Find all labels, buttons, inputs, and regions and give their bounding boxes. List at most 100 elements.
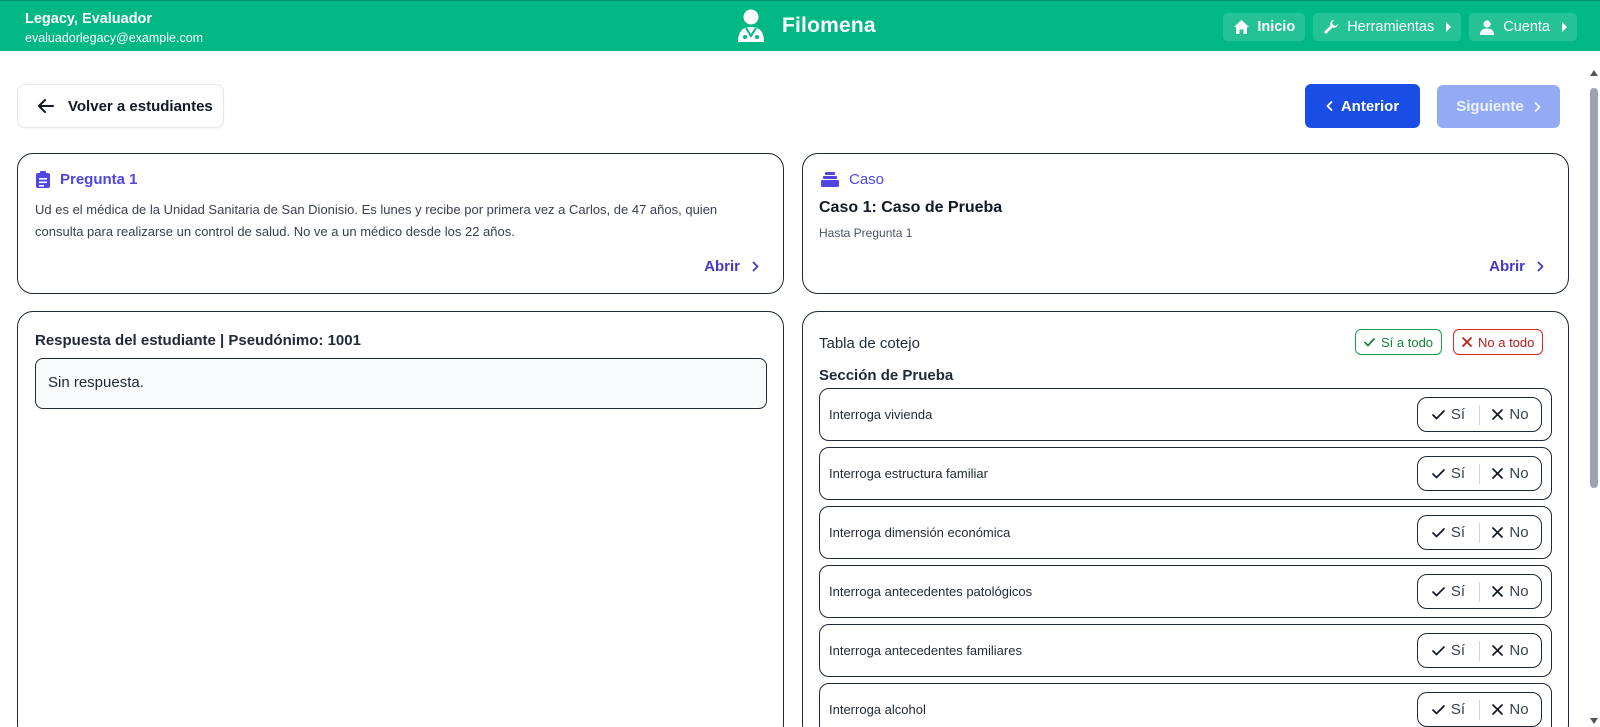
checklist-item: Interroga dimensión económica Sí No (819, 506, 1552, 559)
arrow-left-icon (38, 99, 54, 113)
yes-label: Sí (1450, 406, 1466, 423)
no-option[interactable]: No (1480, 516, 1541, 549)
open-question-label: Abrir (704, 258, 740, 275)
checklist-card: Tabla de cotejo Sí a todo No a todo Secc… (802, 311, 1569, 727)
no-label: No (1509, 583, 1529, 600)
all-no-button[interactable]: No a todo (1453, 329, 1544, 355)
item-label: Interroga dimensión económica (829, 525, 1011, 540)
scrollbar-thumb[interactable] (1590, 88, 1598, 488)
item-label: Interroga alcohol (829, 702, 926, 717)
nav-home-button[interactable]: Inicio (1223, 13, 1306, 41)
checklist-item: Interroga estructura familiar Sí No (819, 447, 1552, 500)
next-label: Siguiente (1456, 98, 1524, 115)
doctor-logo-icon (738, 9, 764, 42)
checklist-item: Interroga antecedentes familiares Sí No (819, 624, 1552, 677)
no-label: No (1509, 642, 1529, 659)
x-icon (1492, 468, 1504, 479)
item-label: Interroga antecedentes familiares (829, 643, 1022, 658)
check-icon (1432, 704, 1445, 714)
yes-option[interactable]: Sí (1418, 634, 1479, 667)
case-card: Caso Caso 1: Caso de Prueba Hasta Pregun… (802, 153, 1569, 294)
item-label: Interroga vivienda (829, 407, 933, 422)
yes-option[interactable]: Sí (1418, 693, 1479, 726)
back-to-students-button[interactable]: Volver a estudiantes (17, 84, 224, 128)
checklist-item: Interroga antecedentes patológicos Sí No (819, 565, 1552, 618)
open-case-link[interactable]: Abrir (1489, 258, 1544, 275)
caret-right-icon (1562, 22, 1567, 32)
yes-option[interactable]: Sí (1418, 457, 1479, 490)
yes-no-toggle: Sí No (1417, 515, 1542, 550)
check-icon (1432, 586, 1445, 596)
yes-no-toggle: Sí No (1417, 692, 1542, 727)
scroll-up-icon[interactable] (1590, 70, 1598, 76)
x-icon (1492, 409, 1504, 420)
user-icon (1479, 19, 1495, 35)
wrench-icon (1323, 19, 1339, 35)
case-header: Caso (821, 171, 884, 188)
previous-button[interactable]: Anterior (1305, 84, 1420, 128)
question-card: Pregunta 1 Ud es el médica de la Unidad … (17, 153, 784, 294)
question-header: Pregunta 1 (36, 171, 138, 188)
top-nav: Inicio Herramientas Cuenta (1223, 13, 1577, 41)
yes-no-toggle: Sí No (1417, 397, 1542, 432)
yes-option[interactable]: Sí (1418, 398, 1479, 431)
page-scrollbar[interactable] (1588, 70, 1600, 727)
yes-no-toggle: Sí No (1417, 456, 1542, 491)
yes-option[interactable]: Sí (1418, 516, 1479, 549)
check-icon (1432, 409, 1445, 419)
no-option[interactable]: No (1480, 693, 1541, 726)
checklist-items: Interroga vivienda Sí No Interroga estru… (819, 388, 1552, 727)
case-label: Caso (849, 171, 885, 188)
case-title: Caso 1: Caso de Prueba (819, 199, 1003, 216)
no-option[interactable]: No (1480, 398, 1541, 431)
yes-option[interactable]: Sí (1418, 575, 1479, 608)
nav-account-button[interactable]: Cuenta (1469, 13, 1577, 41)
no-label: No (1509, 465, 1529, 482)
question-text: Ud es el médica de la Unidad Sanitaria d… (35, 202, 718, 239)
no-option[interactable]: No (1480, 575, 1541, 608)
yes-label: Sí (1450, 465, 1466, 482)
home-icon (1233, 19, 1249, 35)
clipboard-icon (36, 171, 50, 188)
all-no-label: No a todo (1478, 334, 1535, 350)
layers-icon (821, 172, 839, 187)
user-info: Legacy, Evaluador evaluadorlegacy@exampl… (25, 11, 203, 46)
yes-label: Sí (1450, 701, 1466, 718)
open-question-link[interactable]: Abrir (704, 258, 759, 275)
question-label: Pregunta 1 (60, 171, 138, 188)
nav-tools-button[interactable]: Herramientas (1313, 13, 1462, 41)
next-button[interactable]: Siguiente (1437, 85, 1560, 128)
check-icon (1432, 468, 1445, 478)
chevron-right-icon (752, 261, 759, 272)
checklist-item: Interroga vivienda Sí No (819, 388, 1552, 441)
scroll-down-icon[interactable] (1590, 718, 1598, 724)
no-label: No (1509, 524, 1529, 541)
yes-no-toggle: Sí No (1417, 633, 1542, 668)
yes-no-toggle: Sí No (1417, 574, 1542, 609)
item-label: Interroga estructura familiar (829, 466, 988, 481)
open-case-label: Abrir (1489, 258, 1525, 275)
nav-tools-label: Herramientas (1347, 19, 1435, 35)
item-label: Interroga antecedentes patológicos (829, 584, 1033, 599)
no-option[interactable]: No (1480, 457, 1541, 490)
check-icon (1432, 527, 1445, 537)
nav-account-label: Cuenta (1503, 19, 1550, 35)
x-icon (1462, 337, 1472, 347)
check-icon (1364, 337, 1375, 346)
no-option[interactable]: No (1480, 634, 1541, 667)
brand[interactable]: Filomena (736, 9, 876, 43)
all-yes-button[interactable]: Sí a todo (1355, 329, 1443, 355)
no-label: No (1509, 406, 1529, 423)
brand-name: Filomena (782, 14, 876, 37)
chevron-left-icon (1326, 101, 1333, 111)
check-icon (1432, 645, 1445, 655)
section-title: Sección de Prueba (819, 367, 954, 384)
x-icon (1492, 704, 1504, 715)
nav-home-label: Inicio (1257, 19, 1296, 35)
all-yes-label: Sí a todo (1381, 334, 1434, 350)
checklist-item: Interroga alcohol Sí No (819, 683, 1552, 727)
yes-label: Sí (1450, 642, 1466, 659)
case-subtitle: Hasta Pregunta 1 (819, 226, 913, 240)
x-icon (1492, 527, 1504, 538)
yes-label: Sí (1450, 583, 1466, 600)
